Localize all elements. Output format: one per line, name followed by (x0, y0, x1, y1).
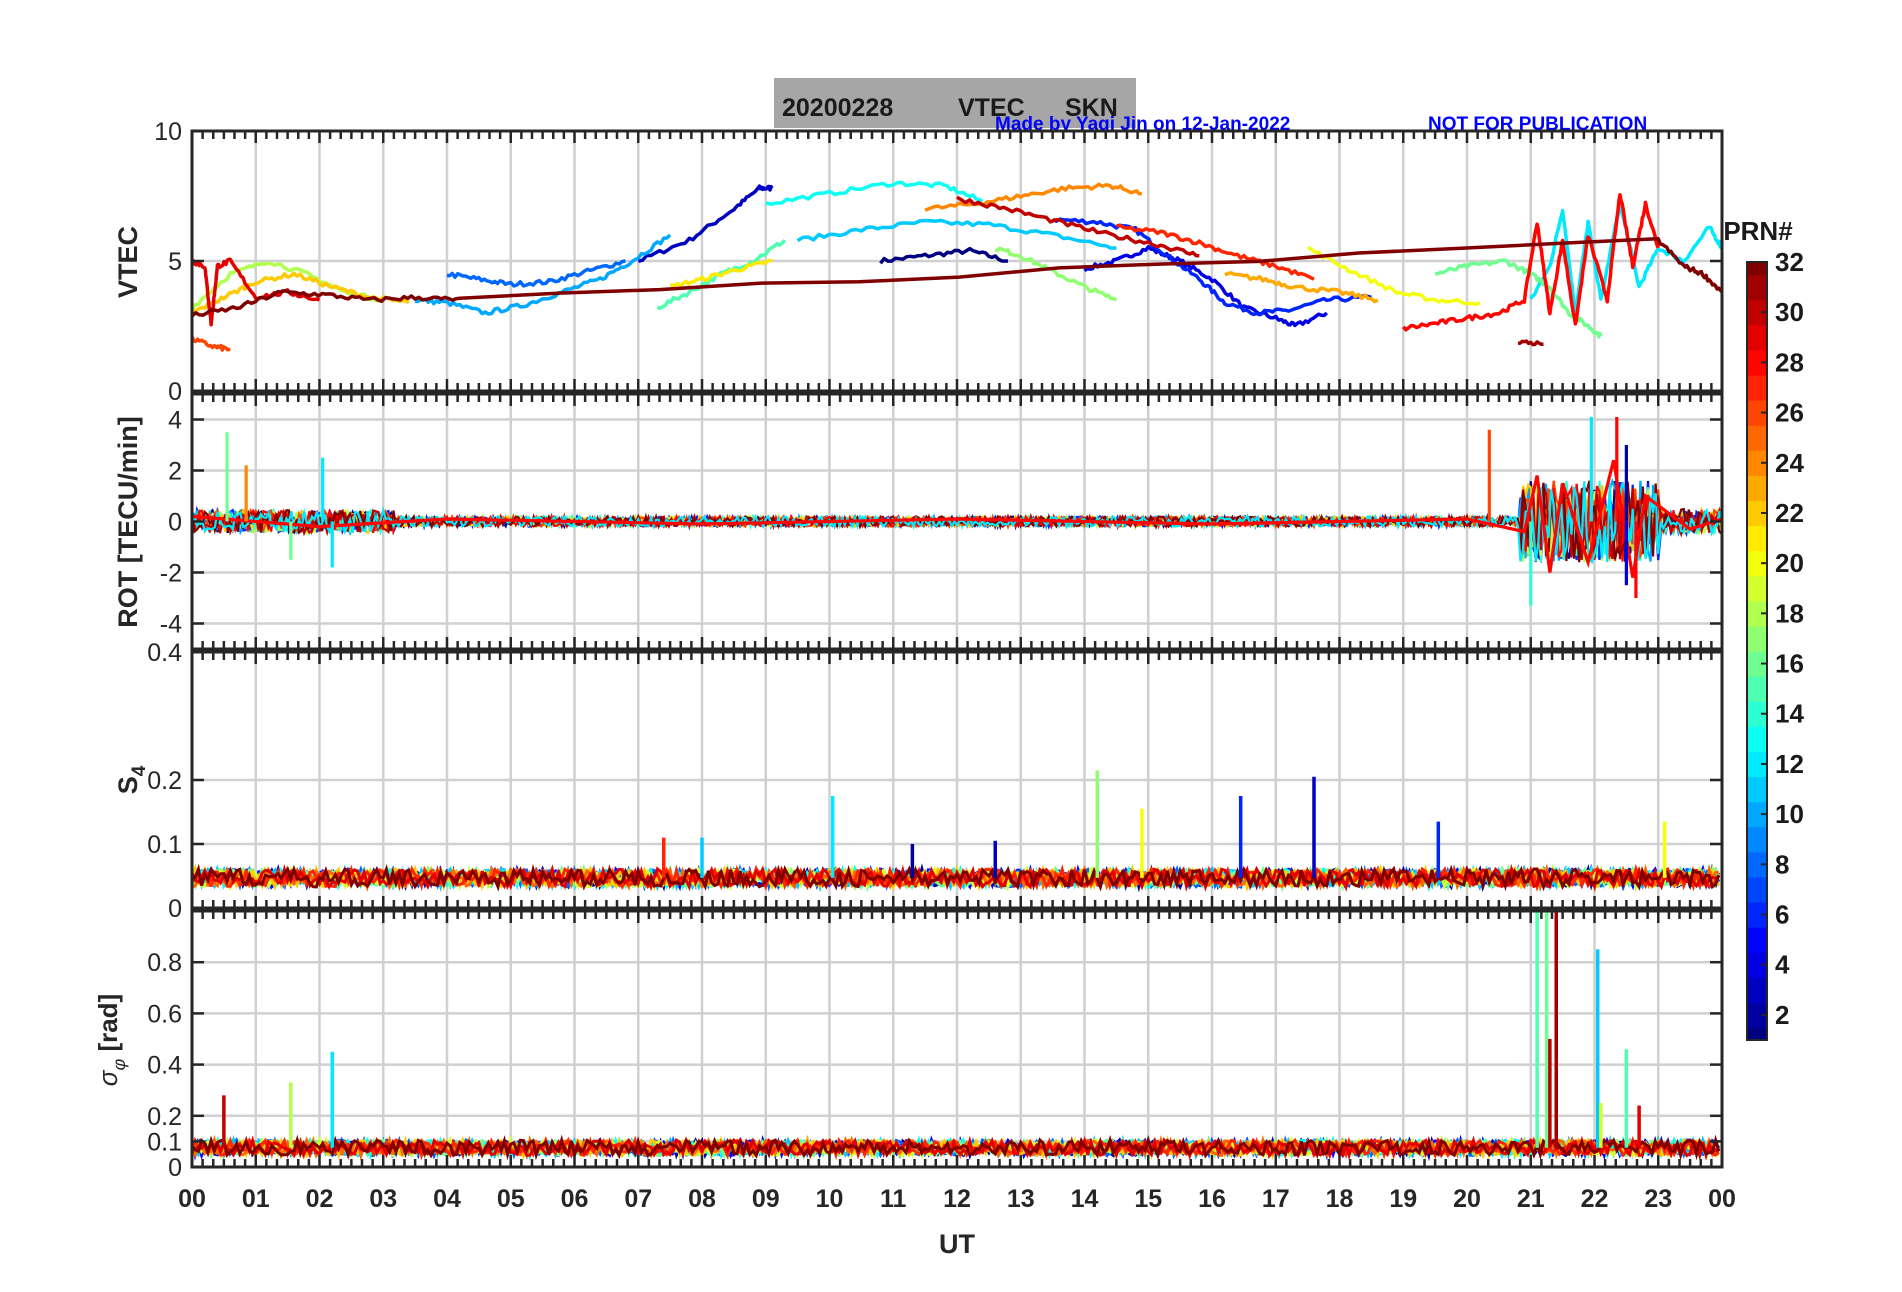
y-tick-label: 0.1 (147, 831, 182, 859)
svg-text:σφ [rad]: σφ [rad] (93, 994, 129, 1086)
sigma-phi-ylabel: σφ [rad] (93, 994, 129, 1086)
colorbar-segment (1747, 726, 1767, 752)
colorbar-tick-label: 24 (1775, 448, 1804, 478)
colorbar-segment (1747, 977, 1767, 1003)
colorbar-tick-label: 4 (1775, 950, 1790, 980)
y-tick-label: 0.2 (147, 1103, 182, 1131)
colorbar-segment (1747, 374, 1767, 401)
x-tick-label: 00 (178, 1185, 206, 1213)
title-date: 20200228 (782, 94, 893, 122)
y-tick-label: 0.4 (147, 1052, 182, 1080)
y-tick-label: 0 (168, 1154, 182, 1182)
colorbar-segment (1747, 575, 1767, 602)
x-tick-label: 01 (242, 1185, 270, 1213)
x-tick-label: 10 (816, 1185, 844, 1213)
y-tick-label: 0.6 (147, 1000, 182, 1028)
x-tick-label: 19 (1389, 1185, 1417, 1213)
colorbar-tick-label: 14 (1775, 699, 1804, 729)
x-tick-label: 02 (306, 1185, 334, 1213)
colorbar-tick-label: 6 (1775, 900, 1789, 930)
colorbar-segment (1747, 876, 1767, 903)
colorbar-segment (1747, 324, 1767, 351)
colorbar-tick-label: 18 (1775, 598, 1804, 628)
colorbar-tick-label: 16 (1775, 649, 1804, 679)
x-tick-label: 03 (369, 1185, 397, 1213)
y-tick-label: 0.1 (147, 1128, 182, 1156)
x-tick-label: 20 (1453, 1185, 1481, 1213)
colorbar-tick-label: 22 (1775, 498, 1804, 528)
x-tick-labels: 00 01 02 03 04 05 06 07 08 09 10 11 12 13 14 15 16 17 18 19… (178, 1185, 1736, 1213)
colorbar-segment (1747, 525, 1767, 552)
x-tick-label: 05 (497, 1185, 525, 1213)
x-tick-label: 09 (752, 1185, 780, 1213)
colorbar-tick-label: 12 (1775, 749, 1804, 779)
x-tick-label: 00 (1708, 1185, 1736, 1213)
colorbar-segment (1747, 425, 1767, 451)
colorbar-segment (1747, 776, 1767, 803)
vtec-ylabel: VTEC (113, 226, 143, 298)
x-tick-label: 06 (561, 1185, 589, 1213)
colorbar-segment (1747, 1027, 1767, 1041)
colorbar: 2468101214161820222426283032 (1746, 247, 1804, 1041)
y-tick-label: 5 (168, 248, 182, 276)
y-tick-label: 2 (168, 458, 182, 486)
rot-panel: -4 -2 0 2 4 (160, 392, 1724, 651)
ionosphere-figure: 20200228 VTEC SKN Made by Yaqi Jin on 12… (93, 78, 1804, 1259)
x-axis-label: UT (939, 1229, 975, 1259)
colorbar-tick-label: 10 (1775, 799, 1804, 829)
rot-ylabel: ROT [TECU/min] (113, 416, 143, 627)
colorbar-segment (1747, 274, 1767, 301)
y-tick-label: 0.8 (147, 949, 182, 977)
y-tick-label: 10 (154, 118, 182, 146)
colorbar-segment (1747, 676, 1767, 702)
x-tick-label: 07 (624, 1185, 652, 1213)
colorbar-segment (1747, 625, 1767, 652)
colorbar-tick-label: 28 (1775, 347, 1804, 377)
vtec-panel: 0 5 10 (154, 118, 1724, 406)
y-tick-label: 0 (168, 895, 182, 923)
y-tick-label: 0.4 (147, 639, 182, 667)
x-tick-label: 12 (943, 1185, 971, 1213)
s4-ylabel: S4 (113, 765, 150, 794)
x-tick-label: 21 (1517, 1185, 1545, 1213)
x-tick-label: 15 (1134, 1185, 1162, 1213)
colorbar-tick-label: 30 (1775, 297, 1804, 327)
colorbar-label: PRN# (1723, 216, 1793, 246)
x-tick-label: 04 (433, 1185, 461, 1213)
x-tick-label: 13 (1007, 1185, 1035, 1213)
sigma-phi-panel: 00.10.2 0.4 0.6 0.8 (147, 909, 1724, 1182)
x-tick-label: 22 (1581, 1185, 1609, 1213)
x-tick-label: 18 (1326, 1185, 1354, 1213)
colorbar-segment (1747, 927, 1767, 953)
x-tick-label: 16 (1198, 1185, 1226, 1213)
x-tick-label: 08 (688, 1185, 716, 1213)
colorbar-segment (1747, 475, 1767, 502)
colorbar-tick-label: 20 (1775, 548, 1804, 578)
y-tick-label: 0 (168, 509, 182, 537)
y-tick-label: 0.2 (147, 767, 182, 795)
colorbar-tick-label: 8 (1775, 849, 1789, 879)
y-tick-label: 0 (168, 378, 182, 406)
y-tick-label: -4 (160, 611, 182, 639)
colorbar-segment (1747, 262, 1767, 276)
s4-panel: 0 0.1 0.2 0.4 (147, 639, 1724, 923)
colorbar-tick-label: 26 (1775, 398, 1804, 428)
x-tick-label: 11 (880, 1185, 907, 1213)
x-tick-label: 23 (1644, 1185, 1672, 1213)
svg-text:S4: S4 (113, 765, 150, 794)
colorbar-tick-label: 32 (1775, 247, 1804, 277)
y-tick-label: 4 (168, 407, 182, 435)
y-tick-label: -2 (160, 560, 182, 588)
colorbar-segment (1747, 826, 1767, 853)
colorbar-tick-label: 2 (1775, 1000, 1789, 1030)
x-tick-label: 14 (1071, 1185, 1099, 1213)
x-tick-label: 17 (1262, 1185, 1290, 1213)
